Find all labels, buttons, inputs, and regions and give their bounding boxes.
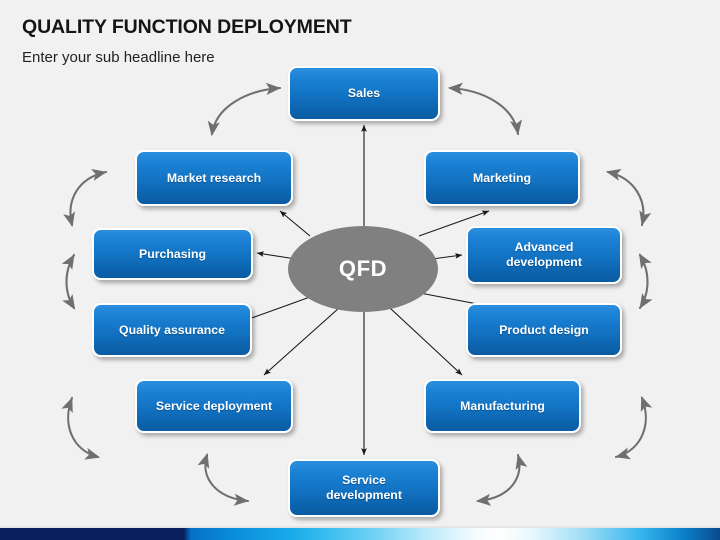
cycle-arrow-bottomright (475, 453, 528, 506)
cycle-arrow-leftlower (61, 253, 76, 310)
cycle-arrow-rightlower (638, 253, 653, 310)
cycle-arrow-farleft (61, 396, 101, 460)
arrow-to-advanced-development (431, 253, 463, 260)
node-service-deployment[interactable]: Service deployment (135, 379, 293, 433)
arrow-to-service-deployment (263, 307, 340, 376)
arrow-to-manufacturing (389, 307, 463, 376)
node-market-research[interactable]: Market research (135, 150, 293, 206)
node-service-development-label: Service development (322, 473, 406, 503)
node-product-design-label: Product design (499, 322, 589, 337)
cycle-arrow-topleft (207, 82, 282, 137)
node-market-research-label: Market research (166, 170, 262, 185)
center-node-qfd[interactable]: QFD (288, 226, 438, 312)
center-node-label: QFD (338, 256, 388, 281)
node-advanced-development-line1: Advanced (514, 240, 574, 254)
node-product-design[interactable]: Product design (466, 303, 622, 357)
arrow-to-market-research (279, 210, 311, 237)
node-quality-assurance[interactable]: Quality assurance (92, 303, 252, 357)
slide-canvas: QUALITY FUNCTION DEPLOYMENT Enter your s… (0, 0, 720, 540)
cycle-arrow-bottomleft (197, 452, 250, 506)
node-advanced-development-label: Advanced development (502, 240, 586, 270)
cycle-arrow-leftupper (63, 168, 108, 228)
node-manufacturing[interactable]: Manufacturing (424, 379, 581, 433)
footer-gradient-band (0, 528, 720, 540)
node-advanced-development[interactable]: Advanced development (466, 226, 622, 284)
node-purchasing-label: Purchasing (139, 246, 206, 261)
cycle-arrow-topright (447, 82, 523, 136)
page-subtitle: Enter your sub headline here (22, 49, 215, 66)
node-marketing-label: Marketing (472, 170, 532, 185)
node-quality-assurance-label: Quality assurance (119, 322, 225, 337)
node-purchasing[interactable]: Purchasing (92, 228, 253, 280)
node-sales[interactable]: Sales (288, 66, 440, 121)
cycle-arrow-rightupper (605, 168, 652, 227)
node-service-deployment-label: Service deployment (155, 398, 273, 413)
node-service-development-line1: Service (342, 473, 386, 487)
page-title: QUALITY FUNCTION DEPLOYMENT (22, 16, 352, 38)
node-sales-label: Sales (347, 86, 381, 100)
node-service-development-line2: development (326, 488, 402, 502)
node-marketing[interactable]: Marketing (424, 150, 580, 206)
node-advanced-development-line2: development (506, 255, 582, 269)
cycle-arrow-farright (614, 396, 653, 460)
node-service-development[interactable]: Service development (288, 459, 440, 517)
node-manufacturing-label: Manufacturing (460, 398, 545, 413)
